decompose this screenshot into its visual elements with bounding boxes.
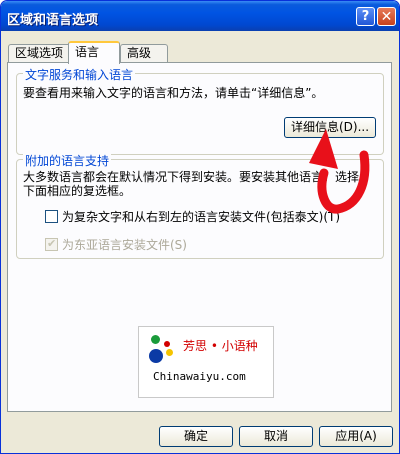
help-button[interactable]: ?	[356, 7, 375, 26]
tab-advanced[interactable]: 高级	[120, 44, 168, 63]
east-asian-checkbox: ✔ 为东亚语言安装文件(S)	[45, 236, 187, 253]
text-services-legend: 文字服务和输入语言	[23, 66, 136, 83]
ok-button[interactable]: 确定	[159, 426, 233, 447]
east-asian-label: 为东亚语言安装文件(S)	[62, 238, 187, 252]
tab-languages[interactable]: 语言	[68, 41, 120, 64]
text-services-group: 文字服务和输入语言 要查看用来输入文字的语言和方法，请单击“详细信息”。 详细信…	[16, 66, 384, 155]
check-mark-icon: ✔	[47, 237, 57, 250]
supplemental-language-group: 附加的语言支持 大多数语言都会在默认情况下得到安装。要安装其他语言，选择 下面相…	[16, 152, 384, 259]
window-title: 区域和语言选项	[7, 13, 99, 28]
supplemental-legend: 附加的语言支持	[23, 152, 112, 169]
title-bar[interactable]: 区域和语言选项 ? ✕	[1, 1, 399, 31]
dialog-window: 区域和语言选项 ? ✕ 区域选项 语言 高级 文字服务和输入语言 要查看用来输入…	[0, 0, 400, 454]
checkbox-box-checked: ✔	[45, 237, 58, 251]
supplemental-description-line1: 大多数语言都会在默认情况下得到安装。要安装其他语言，选择	[23, 170, 360, 184]
apply-button[interactable]: 应用(A)	[319, 426, 393, 447]
details-button[interactable]: 详细信息(D)...	[284, 117, 376, 138]
tab-regional-options[interactable]: 区域选项	[8, 44, 76, 63]
logo-dot-blue	[149, 349, 163, 363]
logo-dot-yellow	[166, 349, 173, 356]
logo-dot-red	[164, 341, 170, 347]
watermark-title: 芳思 • 小语种	[183, 339, 258, 353]
watermark-url: Chinawaiyu.com	[153, 370, 246, 383]
close-button[interactable]: ✕	[377, 7, 396, 26]
checkbox-box[interactable]	[45, 210, 58, 223]
cancel-button[interactable]: 取消	[239, 426, 313, 447]
supplemental-description-line2: 下面相应的复选框。	[23, 184, 132, 198]
text-services-description: 要查看用来输入文字的语言和方法，请单击“详细信息”。	[23, 86, 324, 100]
complex-script-checkbox[interactable]: 为复杂文字和从右到左的语言安装文件(包括泰文)(T)	[45, 208, 340, 225]
logo-dot-green	[151, 335, 160, 344]
tab-panel-languages: 文字服务和输入语言 要查看用来输入文字的语言和方法，请单击“详细信息”。 详细信…	[7, 62, 392, 412]
complex-script-label: 为复杂文字和从右到左的语言安装文件(包括泰文)(T)	[62, 210, 341, 224]
watermark-logo: 芳思 • 小语种 Chinawaiyu.com	[138, 326, 274, 398]
